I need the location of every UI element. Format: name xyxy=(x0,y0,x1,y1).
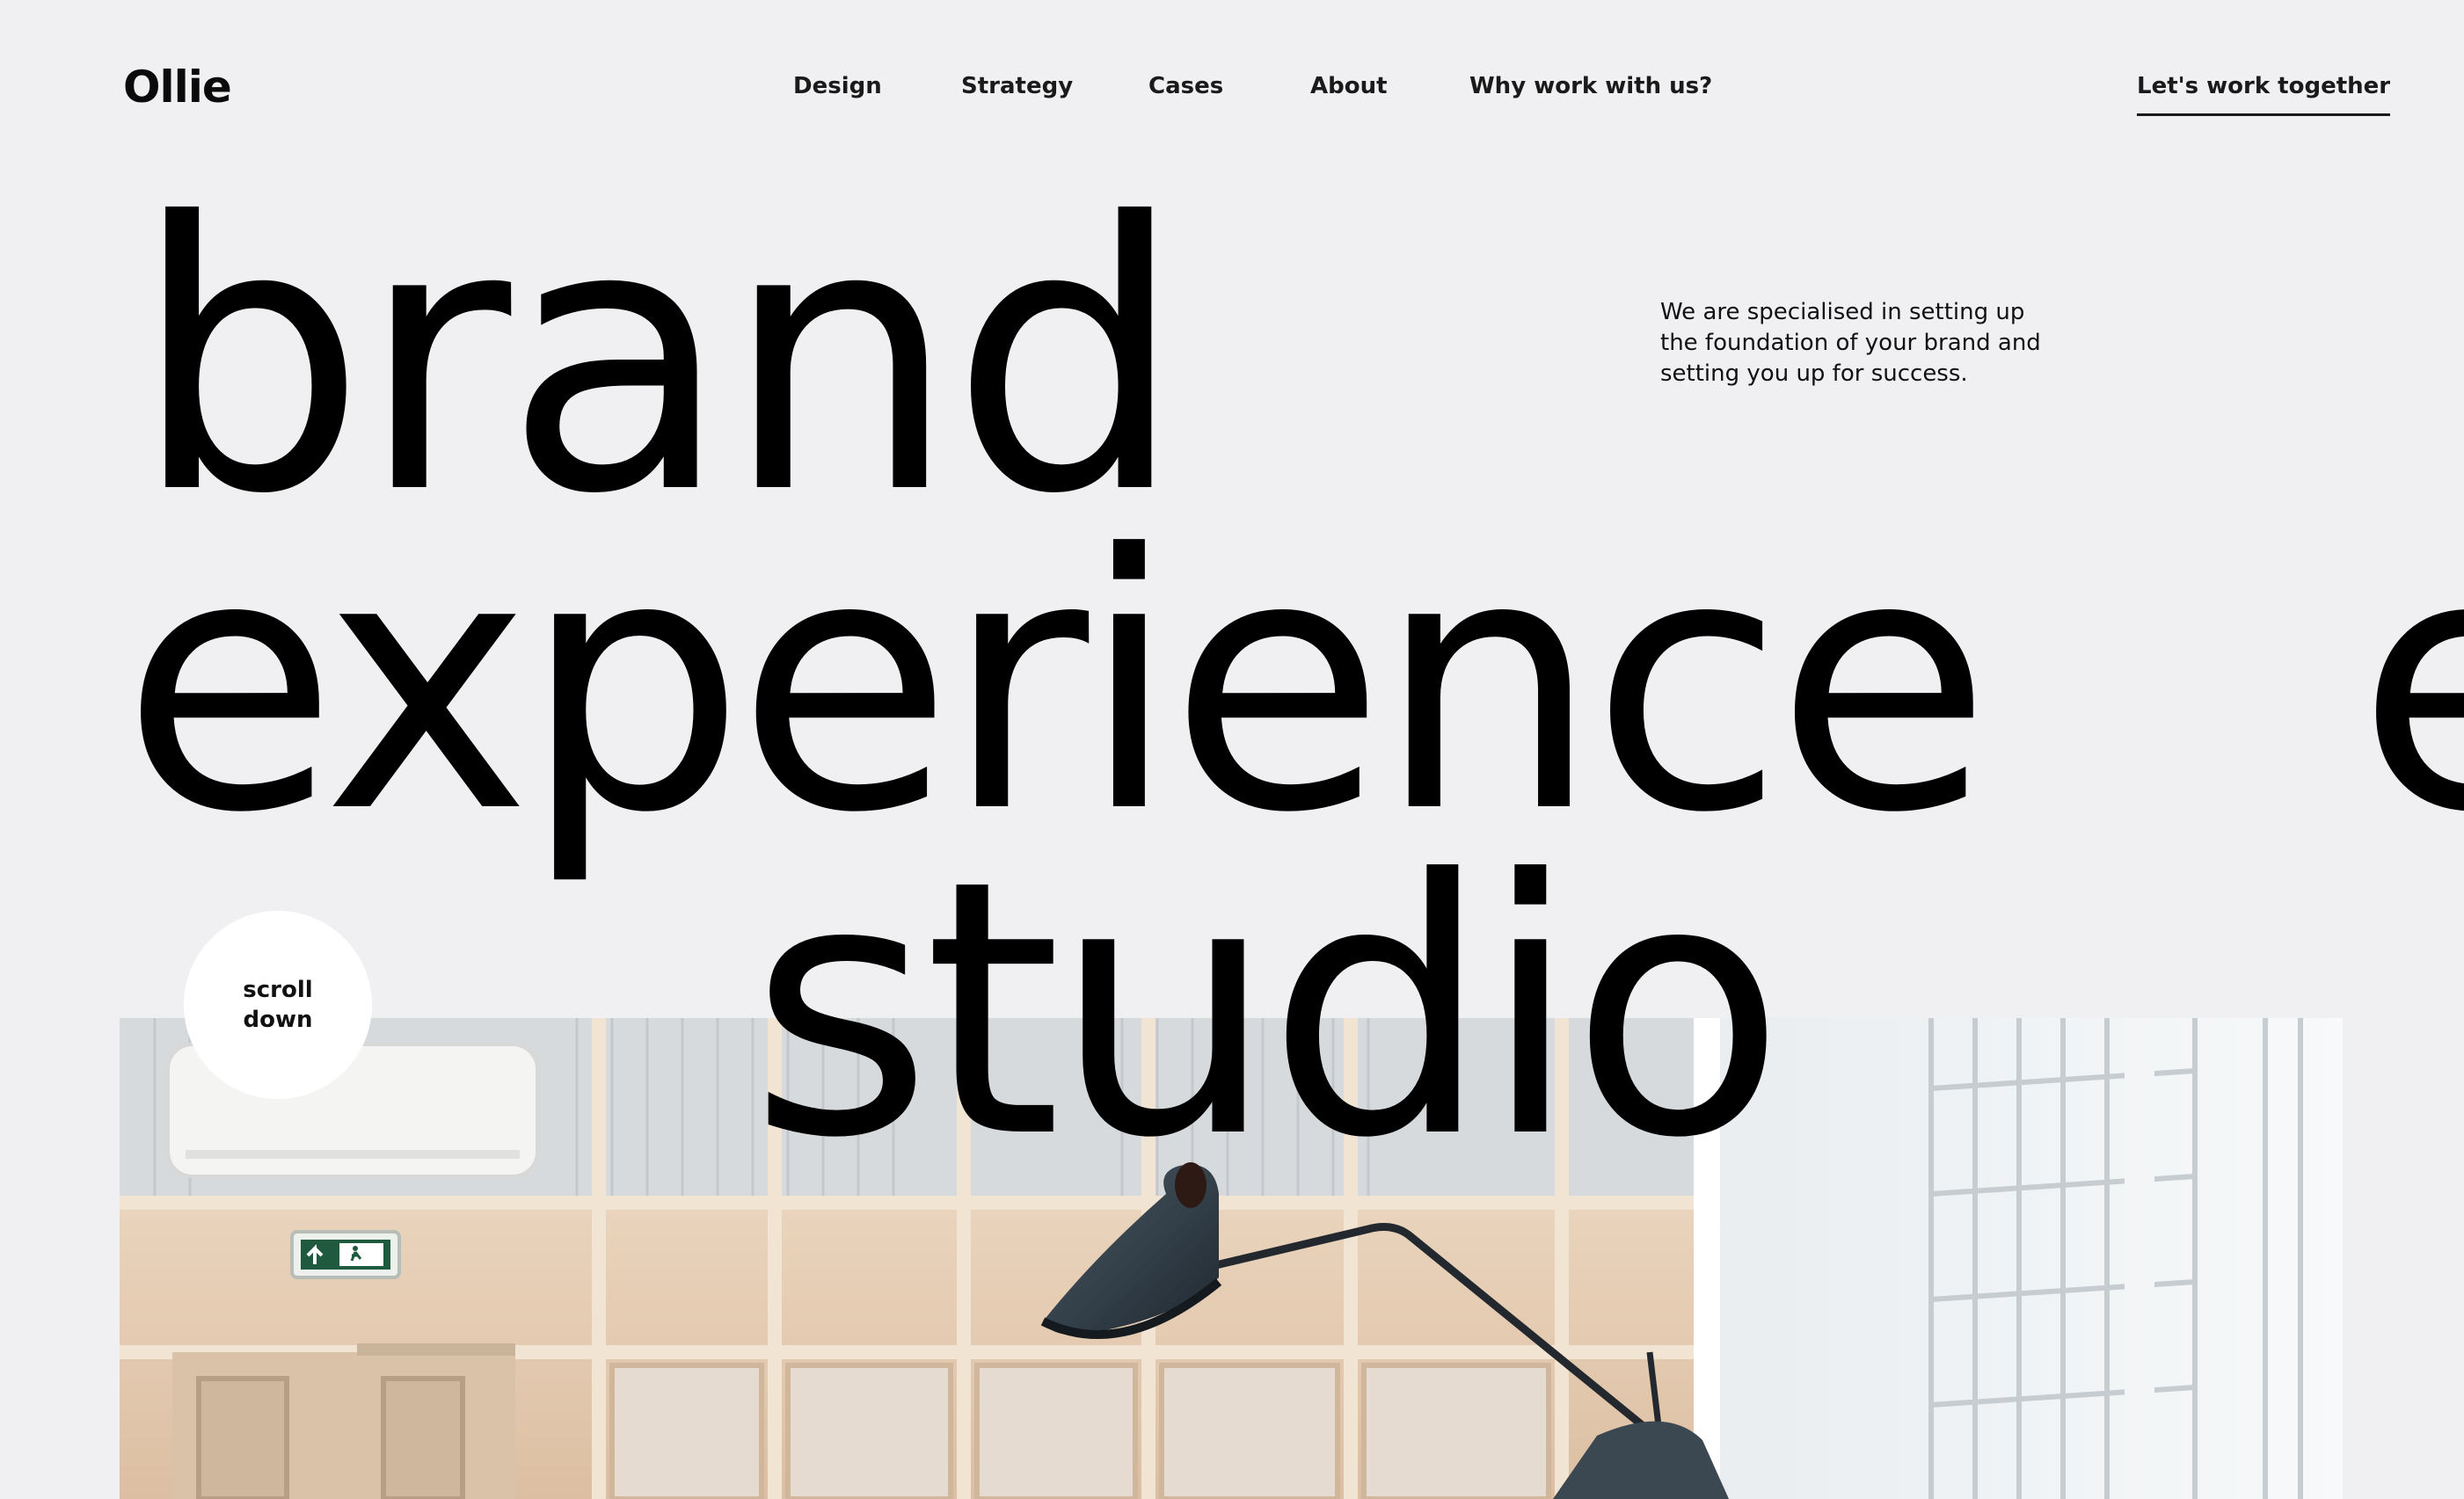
nav-item-design[interactable]: Design xyxy=(793,73,882,99)
cta-lets-work-together-link[interactable]: Let's work together xyxy=(2137,73,2391,116)
headline-word-experience: experience xyxy=(121,481,1992,890)
nav-item-strategy[interactable]: Strategy xyxy=(961,73,1073,99)
logo[interactable]: Ollie xyxy=(123,62,232,113)
hero-photo xyxy=(120,1018,2343,1499)
hero-tagline: We are specialised in setting up the fou… xyxy=(1660,299,2041,387)
emergency-exit-sign-icon xyxy=(290,1230,401,1279)
nav-item-why-work-with-us[interactable]: Why work with us? xyxy=(1469,73,1712,99)
scroll-down-label: scroll down xyxy=(243,977,313,1033)
headline-word-brand: brand xyxy=(132,145,1185,575)
nav-item-cases[interactable]: Cases xyxy=(1148,73,1223,99)
headline-marquee-fragment: e xyxy=(2357,510,2464,862)
nav-item-about[interactable]: About xyxy=(1310,73,1388,99)
scroll-down-button[interactable]: scroll down xyxy=(184,911,372,1099)
